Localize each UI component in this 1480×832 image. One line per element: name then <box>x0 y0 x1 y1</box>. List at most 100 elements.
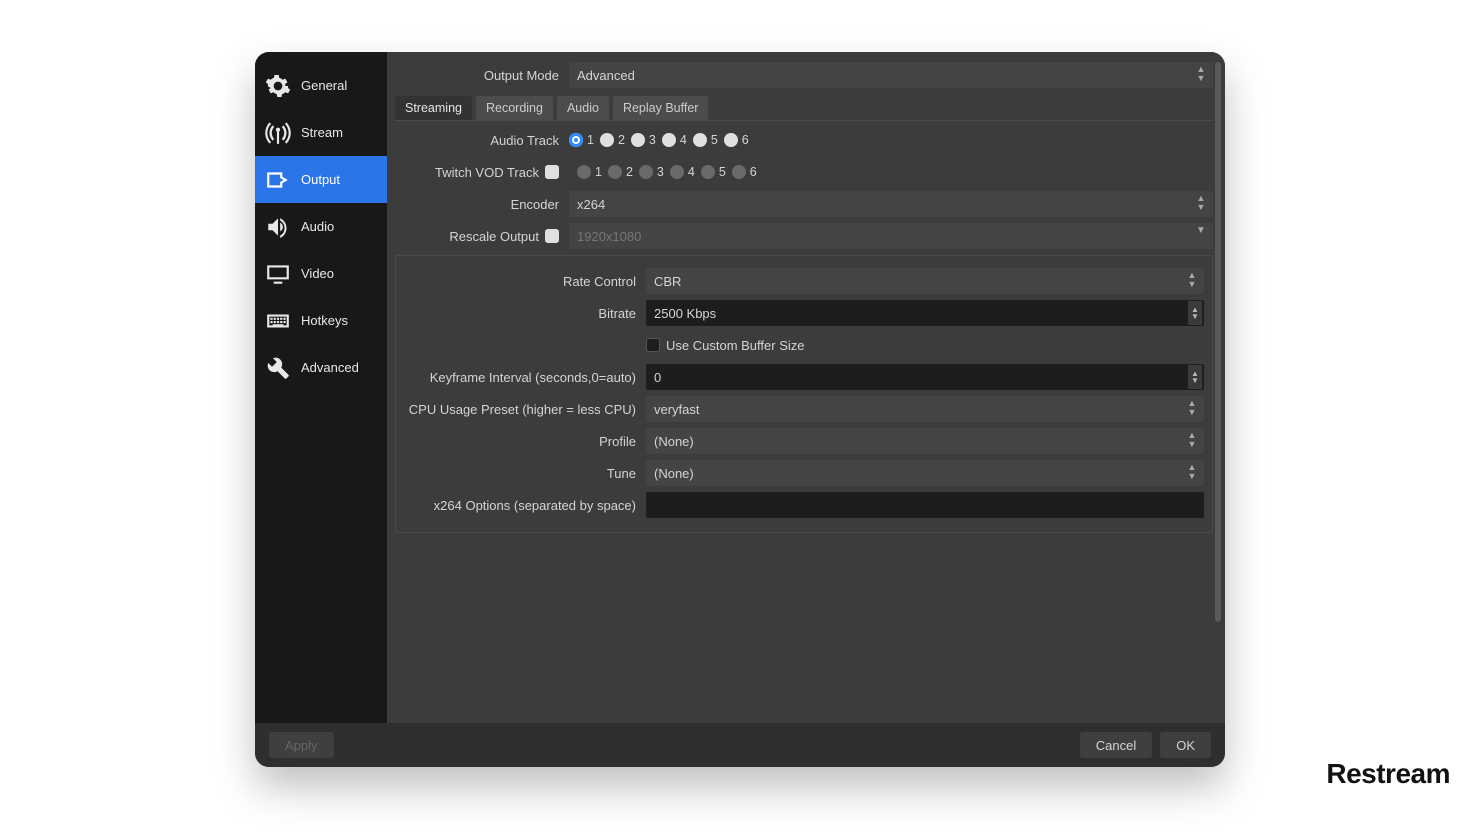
x264opts-row: x264 Options (separated by space) <box>396 490 1204 520</box>
updown-icon: ▲▼ <box>1195 194 1207 212</box>
audio-track-6[interactable]: 6 <box>724 133 749 147</box>
radio-icon <box>724 133 738 147</box>
ok-button[interactable]: OK <box>1160 732 1211 758</box>
tab-replay-buffer[interactable]: Replay Buffer <box>613 96 709 120</box>
sidebar-item-label: General <box>301 78 347 93</box>
x264opts-label: x264 Options (separated by space) <box>396 498 646 513</box>
sidebar-item-output[interactable]: Output <box>255 156 387 203</box>
keyframe-row: Keyframe Interval (seconds,0=auto) 0 ▲▼ <box>396 362 1204 392</box>
sidebar-item-stream[interactable]: Stream <box>255 109 387 156</box>
radio-icon <box>569 133 583 147</box>
encoder-row: Encoder x264 ▲▼ <box>395 189 1213 219</box>
radio-icon <box>577 165 591 179</box>
audio-track-3[interactable]: 3 <box>631 133 656 147</box>
scrollbar-thumb[interactable] <box>1215 62 1221 622</box>
sidebar-item-label: Advanced <box>301 360 359 375</box>
profile-label: Profile <box>396 434 646 449</box>
tune-label: Tune <box>396 466 646 481</box>
footer: Apply Cancel OK <box>255 723 1225 767</box>
twitch-vod-5: 5 <box>701 165 726 179</box>
tab-streaming[interactable]: Streaming <box>395 96 472 120</box>
tab-recording[interactable]: Recording <box>476 96 553 120</box>
monitor-icon <box>265 261 291 287</box>
radio-icon <box>701 165 715 179</box>
keyframe-input[interactable]: 0 ▲▼ <box>646 364 1204 390</box>
radio-icon <box>608 165 622 179</box>
twitch-vod-checkbox[interactable] <box>545 165 559 179</box>
scrollbar[interactable] <box>1215 62 1221 642</box>
radio-icon <box>732 165 746 179</box>
sidebar-item-hotkeys[interactable]: Hotkeys <box>255 297 387 344</box>
updown-icon: ▲▼ <box>1186 399 1198 417</box>
keyboard-icon <box>265 308 291 334</box>
custom-buffer-row: Use Custom Buffer Size <box>396 330 1204 360</box>
sidebar-item-general[interactable]: General <box>255 62 387 109</box>
twitch-vod-1: 1 <box>577 165 602 179</box>
profile-select[interactable]: (None) ▲▼ <box>646 428 1204 454</box>
radio-icon <box>693 133 707 147</box>
twitch-vod-2: 2 <box>608 165 633 179</box>
radio-icon <box>670 165 684 179</box>
output-icon <box>265 167 291 193</box>
rate-control-row: Rate Control CBR ▲▼ <box>396 266 1204 296</box>
keyframe-value: 0 <box>654 370 661 385</box>
rescale-checkbox[interactable] <box>545 229 559 243</box>
sidebar-item-video[interactable]: Video <box>255 250 387 297</box>
bitrate-label: Bitrate <box>396 306 646 321</box>
spinner-icon[interactable]: ▲▼ <box>1188 301 1202 325</box>
sidebar-item-audio[interactable]: Audio <box>255 203 387 250</box>
encoder-select[interactable]: x264 ▲▼ <box>569 191 1213 217</box>
cpu-preset-select[interactable]: veryfast ▲▼ <box>646 396 1204 422</box>
sidebar-item-advanced[interactable]: Advanced <box>255 344 387 391</box>
sidebar-item-label: Audio <box>301 219 334 234</box>
radio-icon <box>600 133 614 147</box>
settings-window: General Stream Output Audio <box>255 52 1225 767</box>
audio-track-radios: 1 2 3 4 5 6 <box>569 133 1213 147</box>
bitrate-value: 2500 Kbps <box>654 306 716 321</box>
tools-icon <box>265 355 291 381</box>
twitch-vod-4: 4 <box>670 165 695 179</box>
tune-row: Tune (None) ▲▼ <box>396 458 1204 488</box>
twitch-vod-radios: 1 2 3 4 5 6 <box>577 165 1213 179</box>
rescale-label: Rescale Output <box>449 229 539 244</box>
audio-track-4[interactable]: 4 <box>662 133 687 147</box>
audio-track-1[interactable]: 1 <box>569 133 594 147</box>
audio-track-2[interactable]: 2 <box>600 133 625 147</box>
rate-control-label: Rate Control <box>396 274 646 289</box>
rescale-row: Rescale Output 1920x1080 ▼ <box>395 221 1213 251</box>
twitch-vod-3: 3 <box>639 165 664 179</box>
bitrate-input[interactable]: 2500 Kbps ▲▼ <box>646 300 1204 326</box>
cpu-preset-label: CPU Usage Preset (higher = less CPU) <box>396 402 646 417</box>
bitrate-row: Bitrate 2500 Kbps ▲▼ <box>396 298 1204 328</box>
tune-select[interactable]: (None) ▲▼ <box>646 460 1204 486</box>
sidebar-item-label: Stream <box>301 125 343 140</box>
radio-icon <box>631 133 645 147</box>
twitch-vod-row: Twitch VOD Track 1 2 3 4 5 6 <box>395 157 1213 187</box>
gear-icon <box>265 73 291 99</box>
output-mode-row: Output Mode Advanced ▲▼ <box>395 60 1213 90</box>
apply-button[interactable]: Apply <box>269 732 334 758</box>
rescale-select: 1920x1080 ▼ <box>569 223 1213 249</box>
twitch-vod-label-wrap: Twitch VOD Track <box>395 165 569 180</box>
x264opts-input[interactable] <box>646 492 1204 518</box>
chevron-down-icon: ▼ <box>1195 226 1207 235</box>
keyframe-label: Keyframe Interval (seconds,0=auto) <box>396 370 646 385</box>
encoder-label: Encoder <box>395 197 569 212</box>
radio-icon <box>639 165 653 179</box>
radio-icon <box>662 133 676 147</box>
output-mode-select[interactable]: Advanced ▲▼ <box>569 62 1213 88</box>
tune-value: (None) <box>654 466 694 481</box>
spinner-icon[interactable]: ▲▼ <box>1188 365 1202 389</box>
tab-audio[interactable]: Audio <box>557 96 609 120</box>
audio-track-row: Audio Track 1 2 3 4 5 6 <box>395 125 1213 155</box>
custom-buffer-label: Use Custom Buffer Size <box>666 338 804 353</box>
cancel-button[interactable]: Cancel <box>1080 732 1152 758</box>
audio-track-5[interactable]: 5 <box>693 133 718 147</box>
output-mode-value: Advanced <box>577 68 635 83</box>
main-content: Output Mode Advanced ▲▼ Streaming Record… <box>387 52 1225 723</box>
rate-control-select[interactable]: CBR ▲▼ <box>646 268 1204 294</box>
custom-buffer-checkbox[interactable] <box>646 338 660 352</box>
watermark: Restream <box>1326 758 1450 790</box>
output-mode-label: Output Mode <box>395 68 569 83</box>
antenna-icon <box>265 120 291 146</box>
